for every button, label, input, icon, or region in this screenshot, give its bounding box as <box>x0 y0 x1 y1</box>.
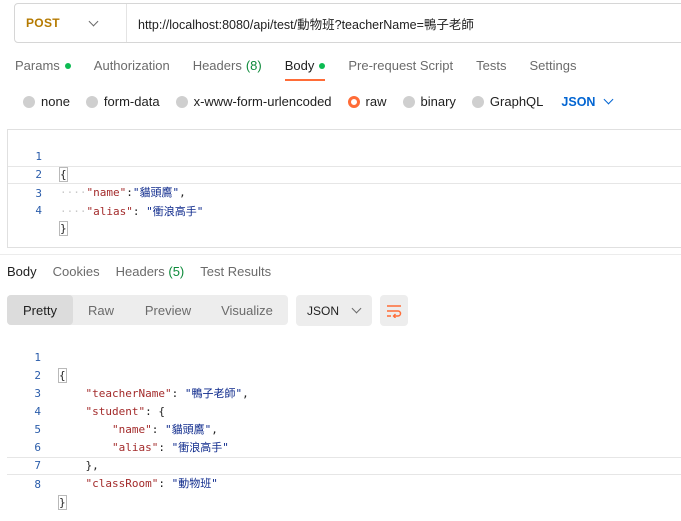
code-line: 1 { <box>8 130 681 182</box>
json-key: "alias" <box>86 205 133 218</box>
tab-label: Settings <box>529 58 577 73</box>
whitespace-dots: ···· <box>60 205 87 218</box>
tab-response-body[interactable]: Body <box>7 264 37 285</box>
code-line: 1 { <box>7 331 681 383</box>
radio-label: x-www-form-urlencoded <box>193 94 332 109</box>
radio-label: form-data <box>103 94 160 109</box>
method-select[interactable]: POST <box>15 4 127 42</box>
close-brace: } <box>58 495 67 510</box>
radio-label: GraphQL <box>489 94 544 109</box>
json-value: "動物班" <box>171 477 218 490</box>
request-tabs: Params Authorization Headers (8) Body Pr… <box>15 58 599 81</box>
status-dot-icon <box>319 62 326 69</box>
response-format-select[interactable]: JSON <box>296 295 372 326</box>
radio-binary[interactable]: binary <box>402 94 456 109</box>
json-key: "classRoom" <box>85 477 159 490</box>
tab-label: Headers <box>192 58 242 73</box>
view-pretty-button[interactable]: Pretty <box>7 295 73 325</box>
view-preview-button[interactable]: Preview <box>129 295 207 325</box>
radio-label: binary <box>420 94 456 109</box>
tab-response-headers[interactable]: Headers (5) <box>116 264 185 285</box>
tab-tests[interactable]: Tests <box>476 58 506 79</box>
radio-label: raw <box>365 94 387 109</box>
radio-label: none <box>41 94 70 109</box>
response-tabs: Body Cookies Headers (5) Test Results <box>7 264 287 285</box>
tab-test-results[interactable]: Test Results <box>200 264 271 285</box>
tab-count: (8) <box>245 58 262 73</box>
tab-label: Body <box>284 58 315 73</box>
language-label: JSON <box>561 94 596 109</box>
tab-params[interactable]: Params <box>15 58 71 79</box>
tab-settings[interactable]: Settings <box>529 58 576 79</box>
view-raw-button[interactable]: Raw <box>73 295 129 325</box>
code-line-active: 8 } <box>7 457 681 510</box>
tab-label: Pre-request Script <box>348 58 454 73</box>
tab-authorization[interactable]: Authorization <box>94 58 170 79</box>
tab-label: Params <box>15 58 60 73</box>
radio-icon <box>402 95 415 108</box>
line-number: 4 <box>35 204 42 217</box>
radio-raw[interactable]: raw <box>347 94 387 109</box>
wrap-lines-button[interactable] <box>380 295 408 326</box>
radio-selected-icon <box>347 95 360 108</box>
text-cursor <box>65 496 67 510</box>
code-line: 7 "classRoom": "動物班" <box>7 439 681 490</box>
tab-headers[interactable]: Headers (8) <box>193 58 262 79</box>
code-line: 2 ····"name":"貓頭鷹", <box>8 148 681 199</box>
radio-icon <box>175 95 188 108</box>
request-body-editor[interactable]: 1 { 2 ····"name":"貓頭鷹", 3 ····"alias": "… <box>7 129 681 248</box>
radio-icon <box>23 95 35 108</box>
view-label: Raw <box>87 302 114 318</box>
tab-cookies[interactable]: Cookies <box>53 264 100 285</box>
wrap-lines-icon <box>387 304 402 318</box>
chevron-down-icon <box>88 16 99 26</box>
code-line: 5 "alias": "衝浪高手" <box>7 403 681 454</box>
tab-label: Authorization <box>93 58 170 73</box>
chevron-down-icon <box>604 94 614 105</box>
tab-count: (5) <box>168 264 185 279</box>
code-line: 2 "teacherName": "鴨子老師", <box>7 349 681 400</box>
section-divider <box>0 254 681 255</box>
code-line-active: 3 ····"alias": "衝浪高手" <box>8 166 681 218</box>
body-language-select[interactable]: JSON <box>561 94 614 109</box>
radio-none[interactable]: none <box>23 94 70 109</box>
code-line: 4 "name": "貓頭鷹", <box>7 385 681 436</box>
radio-icon <box>85 95 98 108</box>
tab-label: Cookies <box>52 264 100 279</box>
tab-pre-request-script[interactable]: Pre-request Script <box>348 58 453 79</box>
radio-graphql[interactable]: GraphQL <box>471 94 544 109</box>
json-value: "衝浪高手" <box>146 205 204 218</box>
line-number: 8 <box>34 478 41 491</box>
url-input[interactable]: http://localhost:8080/api/test/動物班?teach… <box>127 14 474 33</box>
method-label: POST <box>26 16 60 30</box>
code-line: 6 }, <box>7 421 681 472</box>
tab-label: Test Results <box>200 264 272 279</box>
body-type-options: none form-data x-www-form-urlencoded raw… <box>23 94 614 109</box>
tab-label: Body <box>7 264 37 279</box>
format-label: JSON <box>307 303 340 318</box>
view-label: Pretty <box>23 302 57 318</box>
code-line: 4 } <box>8 184 681 236</box>
radio-form-data[interactable]: form-data <box>85 94 160 109</box>
radio-x-www-form-urlencoded[interactable]: x-www-form-urlencoded <box>175 94 332 109</box>
radio-icon <box>471 95 484 108</box>
close-brace: } <box>59 221 68 236</box>
view-visualize-button[interactable]: Visualize <box>207 295 287 325</box>
code-line: 3 "student": { <box>7 367 681 418</box>
url-bar: POST http://localhost:8080/api/test/動物班?… <box>14 3 681 43</box>
response-body-viewer[interactable]: 1 { 2 "teacherName": "鴨子老師", 3 "student"… <box>7 331 681 510</box>
tab-label: Headers <box>115 264 165 279</box>
chevron-down-icon <box>351 303 362 314</box>
status-dot-icon <box>64 62 71 69</box>
view-label: Visualize <box>221 302 273 318</box>
tab-label: Tests <box>476 58 507 73</box>
view-mode-group: Pretty Raw Preview Visualize <box>7 295 288 325</box>
view-label: Preview <box>144 302 192 318</box>
tab-body[interactable]: Body <box>284 58 326 81</box>
